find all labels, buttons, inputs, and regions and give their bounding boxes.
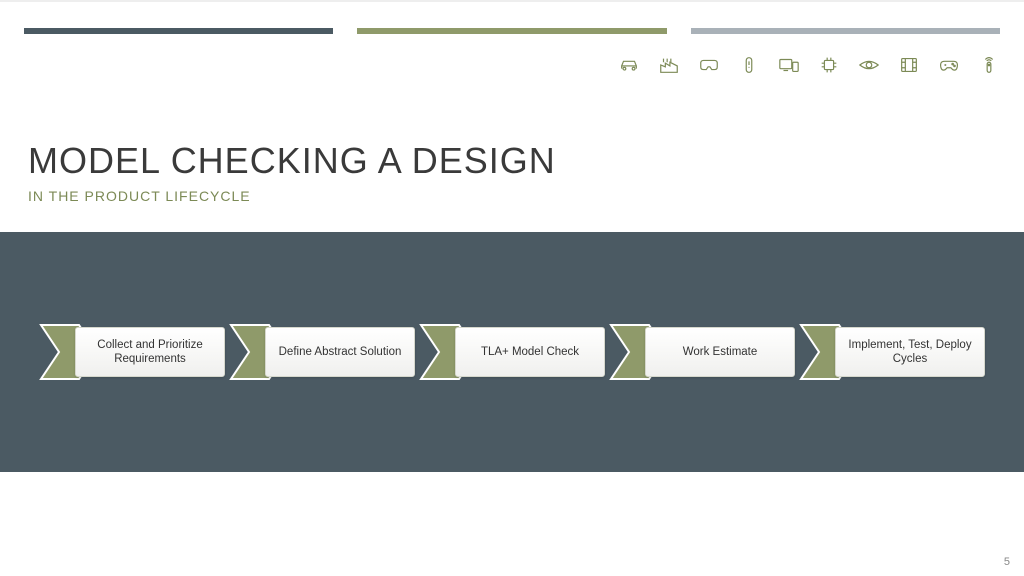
gamepad-icon (938, 54, 960, 81)
step-label: Work Estimate (683, 345, 758, 359)
step-label-box: Implement, Test, Deploy Cycles (835, 327, 985, 377)
step-label-box: Work Estimate (645, 327, 795, 377)
icon-row (618, 54, 1000, 81)
page-title: MODEL CHECKING A DESIGN (28, 140, 556, 182)
step-label: Define Abstract Solution (279, 345, 402, 359)
lifecycle-step: TLA+ Model Check (419, 323, 605, 381)
step-label: Collect and Prioritize Requirements (82, 338, 218, 367)
accent-stripe-3 (691, 28, 1000, 34)
lifecycle-diagram: Collect and Prioritize Requirements Defi… (0, 232, 1024, 472)
lifecycle-step: Collect and Prioritize Requirements (39, 323, 225, 381)
car-icon (618, 54, 640, 81)
vr-headset-icon (698, 54, 720, 81)
accent-stripe-2 (357, 28, 666, 34)
step-label: TLA+ Model Check (481, 345, 579, 359)
lifecycle-step: Implement, Test, Deploy Cycles (799, 323, 985, 381)
accent-stripe-1 (24, 28, 333, 34)
step-label-box: Define Abstract Solution (265, 327, 415, 377)
lifecycle-step: Work Estimate (609, 323, 795, 381)
chip-icon (818, 54, 840, 81)
film-icon (898, 54, 920, 81)
page-number: 5 (1004, 556, 1010, 568)
step-label: Implement, Test, Deploy Cycles (842, 338, 978, 367)
lifecycle-step: Define Abstract Solution (229, 323, 415, 381)
page-subtitle: IN THE PRODUCT LIFECYCLE (28, 188, 556, 204)
remote-wifi-icon (978, 54, 1000, 81)
eye-icon (858, 54, 880, 81)
wearable-band-icon (738, 54, 760, 81)
step-label-box: TLA+ Model Check (455, 327, 605, 377)
accent-stripes (24, 28, 1000, 34)
step-label-box: Collect and Prioritize Requirements (75, 327, 225, 377)
factory-icon (658, 54, 680, 81)
devices-icon (778, 54, 800, 81)
title-block: MODEL CHECKING A DESIGN IN THE PRODUCT L… (28, 140, 556, 204)
top-rule (0, 0, 1024, 2)
